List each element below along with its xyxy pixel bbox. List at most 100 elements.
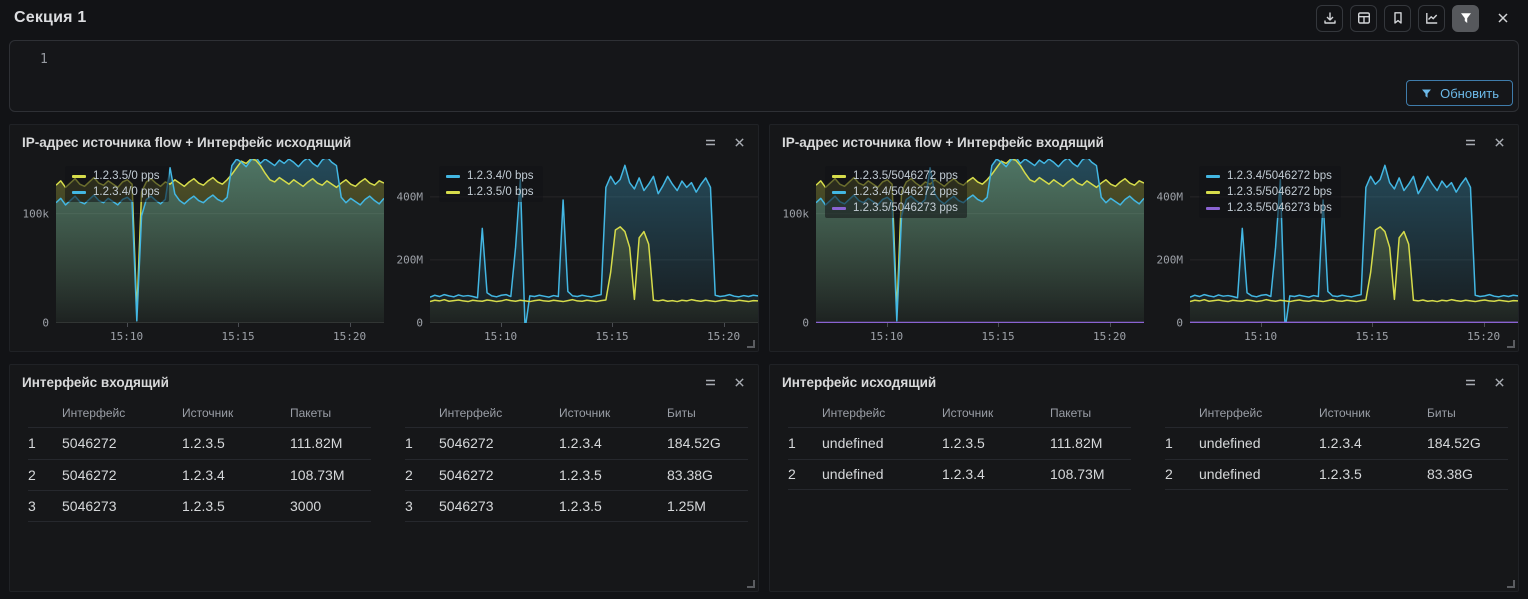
x-axis: 15:1015:1515:20 [430,323,758,347]
legend-label: 1.2.3.5/0 bps [467,186,534,198]
panel-menu-icon[interactable] [704,376,717,389]
refresh-button[interactable]: Обновить [1406,80,1513,106]
column-header[interactable]: Пакеты [290,406,371,420]
column-header[interactable]: Биты [1427,406,1508,420]
x-tick-mark [724,323,725,327]
column-header[interactable]: Интерфейс [822,406,942,420]
table-cell: 1.2.3.4 [559,435,667,451]
legend-item[interactable]: 1.2.3.5/5046273 bps [1206,202,1332,214]
table-row[interactable]: 350462731.2.3.51.25M [405,490,748,522]
x-axis: 15:1015:1515:20 [816,323,1144,347]
table-cell: 83.38G [667,467,748,483]
legend-label: 1.2.3.5/0 pps [93,170,160,182]
legend-swatch [72,175,86,178]
resize-handle[interactable] [747,580,755,588]
y-tick-label: 0 [416,317,423,330]
legend-swatch [446,175,460,178]
plot-area[interactable]: 1.2.3.5/5046272 pps 1.2.3.4/5046272 pps 1.… [816,159,1144,323]
table-row[interactable]: 1undefined1.2.3.5111.82M [788,427,1131,459]
column-header[interactable]: Биты [667,406,748,420]
panel-close-icon[interactable] [1493,376,1506,389]
table-row[interactable]: 250462721.2.3.583.38G [405,459,748,491]
panel-close-icon[interactable] [1493,136,1506,149]
bookmark-button[interactable] [1384,5,1411,32]
x-tick-mark [998,323,999,327]
x-tick-label: 15:20 [1093,330,1126,343]
download-button[interactable] [1316,5,1343,32]
panel-header[interactable]: IP-адрес источника flow + Интерфейс исхо… [10,125,758,159]
table-row[interactable]: 150462721.2.3.5111.82M [28,427,371,459]
legend-swatch [832,207,846,210]
y-tick-label: 200M [397,253,424,266]
legend-item[interactable]: 1.2.3.5/5046273 pps [832,202,958,214]
legend-item[interactable]: 1.2.3.4/5046272 bps [1206,170,1332,182]
y-tick-label: 0 [802,317,809,330]
table-cell: 1.2.3.4 [942,466,1050,482]
legend-item[interactable]: 1.2.3.5/0 bps [446,186,534,198]
panel-close-icon[interactable] [733,136,746,149]
table-row[interactable]: 1undefined1.2.3.4184.52G [1165,427,1508,459]
table-row[interactable]: 250462721.2.3.4108.73M [28,459,371,491]
table-cell: 1.2.3.5 [1319,466,1427,482]
panel-ip-source-outgoing: IP-адрес источника flow + Интерфейс исхо… [9,124,759,352]
y-tick-label: 0 [42,317,49,330]
table-row[interactable]: 350462731.2.3.53000 [28,490,371,522]
legend-label: 1.2.3.4/5046272 pps [853,186,958,198]
column-header[interactable]: Пакеты [1050,406,1131,420]
legend-swatch [1206,207,1220,210]
bookmark-icon [1390,10,1406,26]
panel-close-icon[interactable] [733,376,746,389]
column-header[interactable]: Интерфейс [439,406,559,420]
legend-swatch [72,191,86,194]
x-tick-label: 15:20 [333,330,366,343]
filter-icon [1458,10,1474,26]
column-header[interactable]: Интерфейс [1199,406,1319,420]
x-tick-label: 15:15 [221,330,254,343]
plot-area[interactable]: 1.2.3.4/5046272 bps 1.2.3.5/5046272 bps 1.… [1190,159,1518,323]
panel-menu-icon[interactable] [1464,376,1477,389]
column-header[interactable]: Источник [942,406,1050,420]
x-tick-mark [1484,323,1485,327]
plot-area[interactable]: 1.2.3.4/0 bps 1.2.3.5/0 bps [430,159,758,323]
table-row[interactable]: 2undefined1.2.3.4108.73M [788,459,1131,491]
legend-label: 1.2.3.5/5046273 bps [1227,202,1332,214]
panel-menu-icon[interactable] [1464,136,1477,149]
legend-item[interactable]: 1.2.3.5/5046272 pps [832,170,958,182]
legend-item[interactable]: 1.2.3.4/0 pps [72,186,160,198]
legend-item[interactable]: 1.2.3.5/5046272 bps [1206,186,1332,198]
panel-header[interactable]: Интерфейс входящий [10,365,758,399]
filter-button[interactable] [1452,5,1479,32]
close-button[interactable] [1489,5,1516,32]
table-row[interactable]: 150462721.2.3.4184.52G [405,427,748,459]
table-cell: 1.2.3.5 [182,498,290,514]
y-tick-label: 200M [1157,253,1184,266]
resize-handle[interactable] [747,340,755,348]
panel-menu-icon[interactable] [704,136,717,149]
legend-item[interactable]: 1.2.3.4/5046272 pps [832,186,958,198]
plot-area[interactable]: 1.2.3.5/0 pps 1.2.3.4/0 pps [56,159,384,323]
x-tick-mark [238,323,239,327]
chart-button[interactable] [1418,5,1445,32]
column-header[interactable]: Интерфейс [62,406,182,420]
column-header[interactable]: Источник [182,406,290,420]
x-tick-label: 15:15 [595,330,628,343]
query-editor[interactable]: 1 Обновить [9,40,1519,112]
column-header[interactable]: Источник [559,406,667,420]
resize-handle[interactable] [1507,340,1515,348]
row-index: 3 [28,498,62,514]
table-cell: 111.82M [290,435,371,451]
y-tick-label: 0 [1176,317,1183,330]
chart-pps-incoming: 0100k1.2.3.5/5046272 pps1.2.3.4/5046272 … [770,159,1144,347]
column-header[interactable]: Источник [1319,406,1427,420]
legend-item[interactable]: 1.2.3.4/0 bps [446,170,534,182]
panel-header[interactable]: IP-адрес источника flow + Интерфейс вход… [770,125,1518,159]
table-button[interactable] [1350,5,1377,32]
table-row[interactable]: 2undefined1.2.3.583.38G [1165,459,1508,491]
resize-handle[interactable] [1507,580,1515,588]
row-index: 1 [405,435,439,451]
row-index: 2 [405,467,439,483]
panel-header[interactable]: Интерфейс исходящий [770,365,1518,399]
legend-swatch [1206,191,1220,194]
chart-icon [1424,10,1440,26]
legend-item[interactable]: 1.2.3.5/0 pps [72,170,160,182]
